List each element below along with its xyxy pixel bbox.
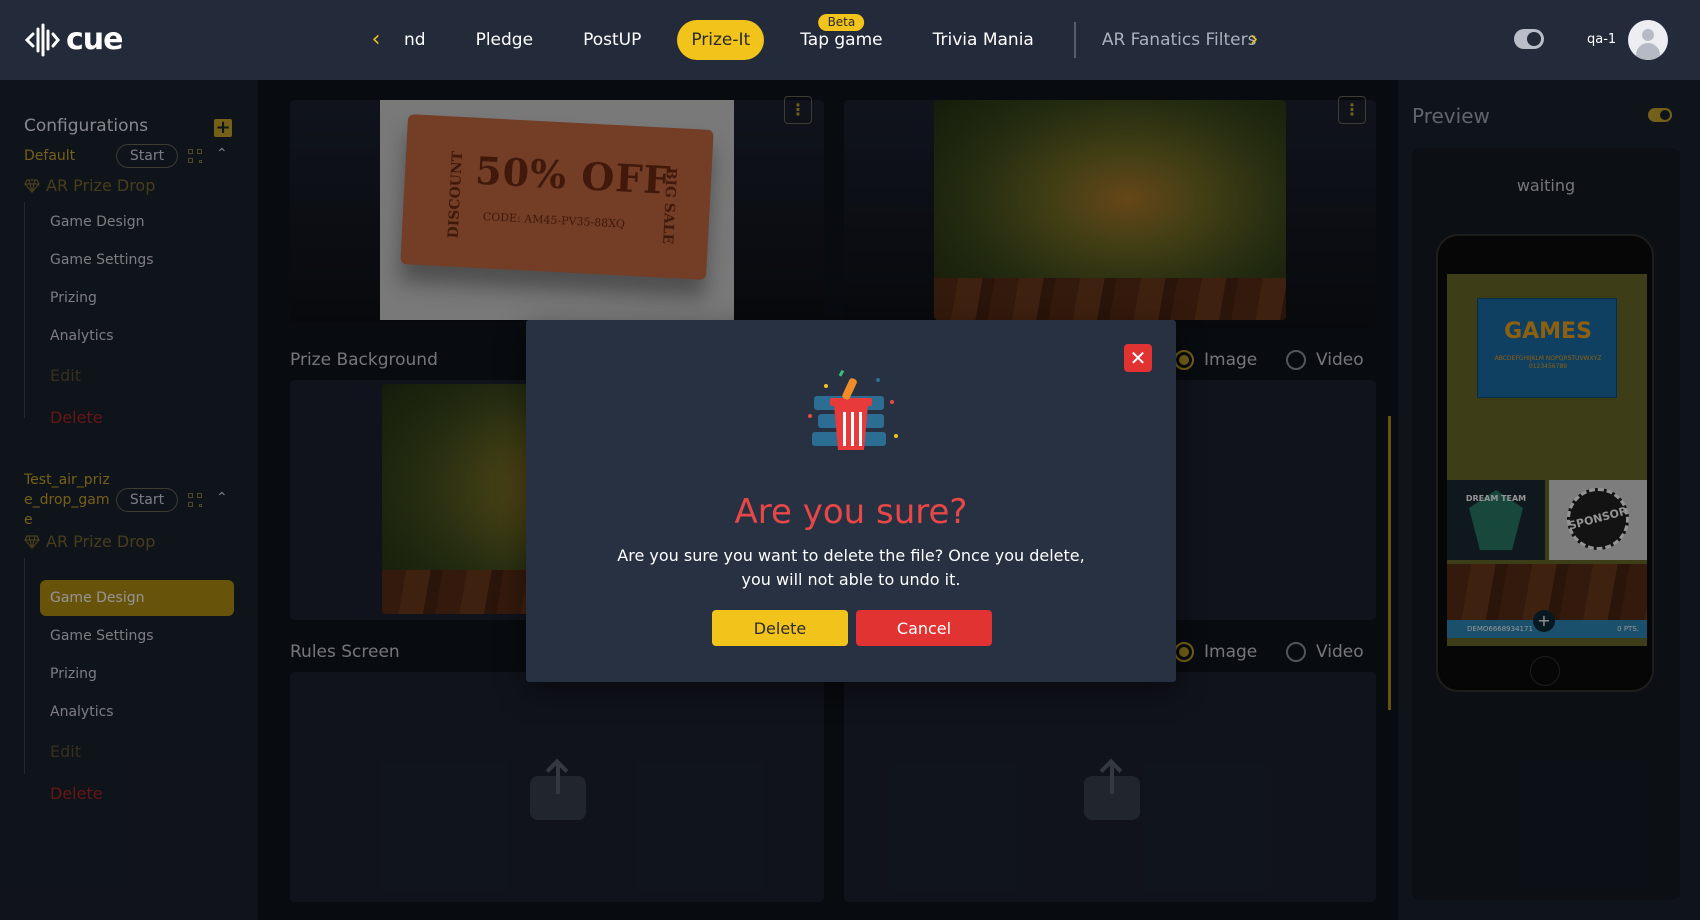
tab-postup[interactable]: PostUP (569, 20, 655, 60)
tab-trivia-mania[interactable]: Trivia Mania (919, 20, 1048, 60)
tab-divider (1073, 22, 1076, 58)
beta-badge: Beta (818, 14, 865, 31)
avatar[interactable] (1628, 20, 1668, 60)
game-tabs: nd Pledge PostUP Prize-It Beta Tap game … (390, 14, 1292, 60)
username: qa-1 (1587, 32, 1617, 47)
top-bar: cue ‹ nd Pledge PostUP Prize-It Beta Tap… (0, 0, 1700, 80)
tab-pledge[interactable]: Pledge (462, 20, 547, 60)
dialog-title: Are you sure? (734, 492, 968, 532)
theme-toggle-icon[interactable] (1514, 29, 1544, 49)
cue-logo[interactable]: cue (24, 22, 123, 57)
trash-bin-icon (808, 369, 898, 450)
dialog-message: Are you sure you want to delete the file… (617, 546, 1085, 589)
delete-button[interactable]: Delete (712, 610, 848, 646)
logo-text: cue (66, 22, 123, 57)
tab-tap-game[interactable]: Beta Tap game (786, 14, 896, 60)
cancel-button[interactable]: Cancel (856, 610, 992, 646)
chevron-right-icon[interactable]: › (1242, 26, 1266, 54)
tab-prize-it[interactable]: Prize-It (677, 20, 765, 60)
confirm-delete-dialog: ✕ Are you sure? Are you sure you want to… (526, 320, 1176, 682)
close-icon[interactable]: ✕ (1124, 344, 1152, 372)
tab-tap-game-label: Tap game (800, 30, 883, 50)
tab-nd[interactable]: nd (390, 20, 440, 60)
chevron-left-icon[interactable]: ‹ (364, 26, 388, 54)
cue-waveform-icon (24, 23, 60, 56)
